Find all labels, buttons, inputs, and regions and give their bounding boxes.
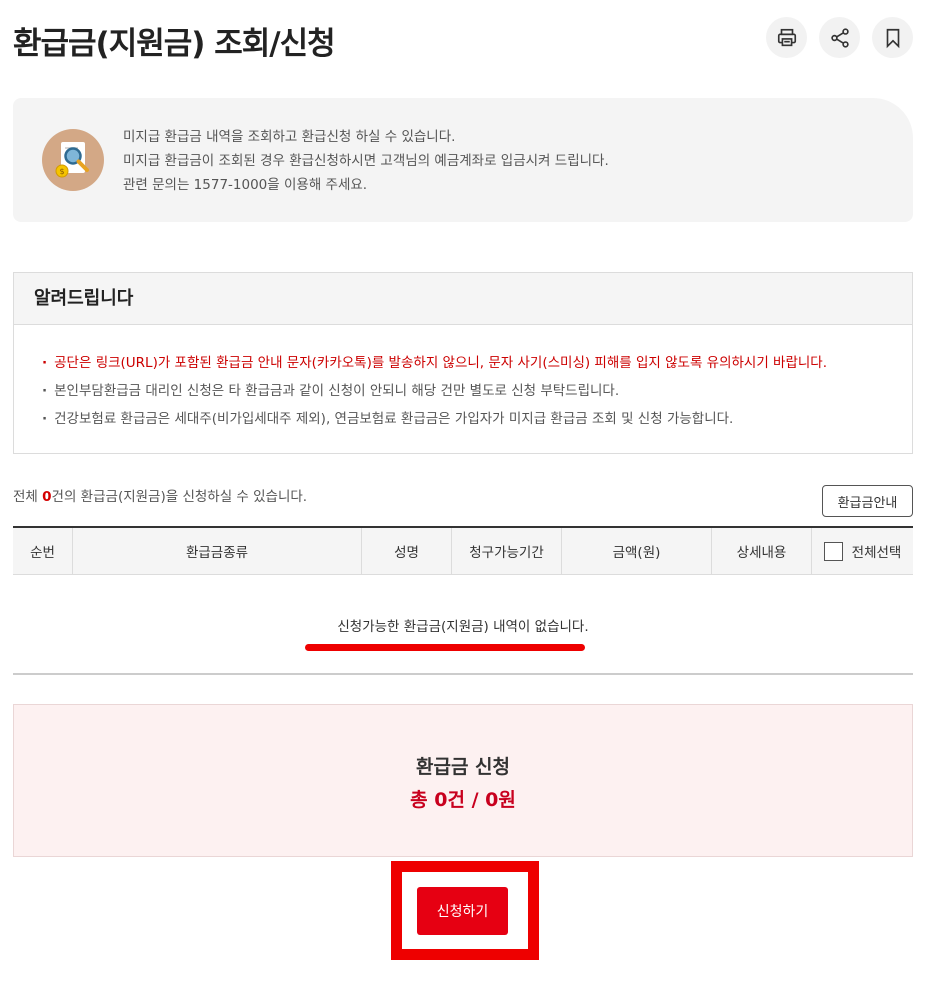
refund-guide-button[interactable]: 환급금안내: [822, 485, 913, 517]
search-document-icon: $: [42, 129, 104, 191]
notice-box: 알려드립니다 공단은 링크(URL)가 포함된 환급금 안내 문자(카카오톡)를…: [13, 272, 913, 454]
select-all-label[interactable]: 전체선택: [852, 541, 902, 561]
info-text: 미지급 환급금 내역을 조회하고 환급신청 하실 수 있습니다. 미지급 환급금…: [123, 125, 609, 197]
bookmark-icon: [886, 28, 899, 48]
notice-list: 공단은 링크(URL)가 포함된 환급금 안내 문자(카카오톡)를 발송하지 않…: [14, 325, 912, 433]
apply-summary-total: 총 0건 / 0원: [410, 789, 516, 811]
count-number: 0: [42, 489, 52, 505]
refund-table: 순번 환급금종류 성명 청구가능기간 금액(원) 상세내용 전체선택 신청가능한…: [13, 526, 913, 675]
column-header: 금액(원): [562, 528, 712, 574]
print-button[interactable]: [766, 17, 807, 58]
notice-title: 알려드립니다: [14, 273, 912, 325]
column-header: 성명: [362, 528, 452, 574]
column-header: 청구가능기간: [452, 528, 562, 574]
empty-message: 신청가능한 환급금(지원금) 내역이 없습니다.: [337, 619, 589, 635]
apply-summary-title: 환급금 신청: [415, 756, 510, 778]
column-header: 순번: [13, 528, 73, 574]
info-line: 미지급 환급금이 조회된 경우 환급신청하시면 고객님의 예금계좌로 입금시켜 …: [123, 153, 609, 169]
annotation-underline: [305, 644, 585, 651]
bookmark-button[interactable]: [872, 17, 913, 58]
column-header: 환급금종류: [73, 528, 362, 574]
select-all-header: 전체선택: [812, 528, 913, 574]
count-prefix: 전체: [13, 489, 43, 505]
share-icon: [830, 27, 849, 48]
svg-text:$: $: [59, 167, 64, 176]
select-all-checkbox[interactable]: [823, 541, 843, 561]
notice-item: 건강보험료 환급금은 세대주(비가입세대주 제외), 연금보험료 환급금은 가입…: [42, 405, 912, 433]
table-empty-row: 신청가능한 환급금(지원금) 내역이 없습니다.: [13, 575, 913, 675]
info-line: 관련 문의는 1577-1000을 이용해 주세요.: [123, 177, 368, 193]
apply-summary: 환급금 신청 총 0건 / 0원: [13, 704, 913, 857]
notice-item: 공단은 링크(URL)가 포함된 환급금 안내 문자(카카오톡)를 발송하지 않…: [42, 349, 912, 377]
available-count-text: 전체 0건의 환급금(지원금)을 신청하실 수 있습니다.: [13, 485, 307, 505]
notice-item: 본인부담환급금 대리인 신청은 타 환급금과 같이 신청이 안되니 해당 건만 …: [42, 377, 912, 405]
info-line: 미지급 환급금 내역을 조회하고 환급신청 하실 수 있습니다.: [123, 129, 456, 145]
top-actions: [766, 17, 913, 58]
apply-button[interactable]: 신청하기: [417, 887, 508, 935]
count-suffix: 건의 환급금(지원금)을 신청하실 수 있습니다.: [51, 489, 308, 505]
share-button[interactable]: [819, 17, 860, 58]
info-box: $ 미지급 환급금 내역을 조회하고 환급신청 하실 수 있습니다. 미지급 환…: [13, 98, 913, 222]
print-icon: [777, 28, 796, 46]
table-header: 순번 환급금종류 성명 청구가능기간 금액(원) 상세내용 전체선택: [13, 528, 913, 575]
column-header: 상세내용: [712, 528, 812, 574]
page-title: 환급금(지원금) 조회/신청: [13, 26, 336, 62]
